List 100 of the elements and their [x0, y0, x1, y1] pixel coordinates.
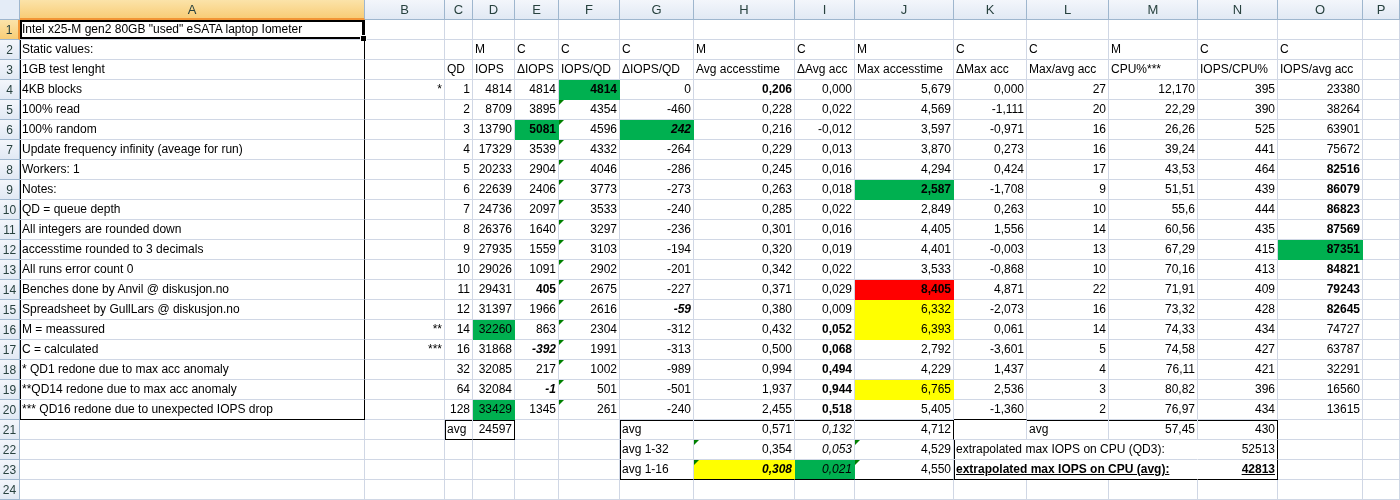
- fill-handle[interactable]: [360, 35, 367, 42]
- row-header[interactable]: 10: [0, 200, 20, 220]
- table-cell-text: 434: [1253, 400, 1276, 418]
- table-cell-text: 16: [1091, 140, 1107, 158]
- table-cell-text: 395: [1253, 80, 1276, 98]
- row-header[interactable]: 18: [0, 360, 20, 380]
- column-header[interactable]: M: [1109, 0, 1198, 20]
- column-header[interactable]: F: [559, 0, 620, 20]
- row-header[interactable]: 4: [0, 80, 20, 100]
- row-header[interactable]: 7: [0, 140, 20, 160]
- table-cell: 6,332: [855, 300, 954, 320]
- table-cell-text: ΔIOPS: [516, 60, 555, 78]
- table-cell: Spreadsheet by GullLars @ diskusjon.no: [20, 300, 365, 320]
- column-header[interactable]: I: [795, 0, 855, 20]
- table-cell-text: 22639: [477, 180, 513, 198]
- table-cell-text: 217: [534, 360, 557, 378]
- table-cell-text: 13790: [477, 120, 513, 138]
- row-header[interactable]: 24: [0, 480, 20, 500]
- table-cell-text: 2,536: [992, 380, 1025, 398]
- table-cell-text: -273: [665, 180, 692, 198]
- table-cell-text: M: [856, 40, 868, 58]
- row-header[interactable]: 20: [0, 400, 20, 420]
- table-cell-text: Max accesstime: [856, 60, 945, 78]
- table-cell-text: 2,849: [919, 200, 952, 218]
- row-header[interactable]: 12: [0, 240, 20, 260]
- table-cell-text: 27: [1091, 80, 1107, 98]
- table-cell-text: 10: [1091, 260, 1107, 278]
- row-header[interactable]: 19: [0, 380, 20, 400]
- row-header[interactable]: 22: [0, 440, 20, 460]
- table-cell-text: 0,944: [820, 380, 853, 398]
- table-cell-text: 444: [1253, 200, 1276, 218]
- row-header[interactable]: 1: [0, 20, 20, 40]
- row-header[interactable]: 2: [0, 40, 20, 60]
- table-cell-text: 0,301: [760, 220, 793, 238]
- table-cell: 4,712: [855, 420, 954, 440]
- table-cell: All runs error count 0: [20, 260, 365, 280]
- table-cell: M = meassured: [20, 320, 365, 340]
- table-cell-text: ΔAvg acc: [796, 60, 849, 78]
- table-cell-text: 3: [462, 120, 471, 138]
- table-cell: avg: [620, 420, 694, 440]
- column-header[interactable]: L: [1027, 0, 1109, 20]
- row-header[interactable]: 23: [0, 460, 20, 480]
- table-cell-text: 3,597: [919, 120, 952, 138]
- table-cell-text: 26376: [477, 220, 513, 238]
- row-header[interactable]: 14: [0, 280, 20, 300]
- table-cell-text: 14: [1091, 220, 1107, 238]
- table-cell-text: 24736: [477, 200, 513, 218]
- table-cell-text: C: [560, 40, 571, 58]
- table-cell-text: 464: [1253, 160, 1276, 178]
- table-cell-text: 4,569: [919, 100, 952, 118]
- table-cell-text: -1,708: [988, 180, 1025, 198]
- table-cell-text: 0,285: [760, 200, 793, 218]
- table-cell-text: -2,073: [988, 300, 1025, 318]
- table-cell-text: 4,871: [992, 280, 1025, 298]
- table-cell: * QD1 redone due to max acc anomaly: [20, 360, 365, 380]
- row-header[interactable]: 17: [0, 340, 20, 360]
- table-cell: 4KB blocks: [20, 80, 365, 100]
- table-cell-text: 14: [1091, 320, 1107, 338]
- table-cell-text: -0,868: [988, 260, 1025, 278]
- column-header[interactable]: A: [20, 0, 365, 20]
- table-cell-text: 32: [455, 360, 471, 378]
- table-cell: 2304: [559, 320, 620, 340]
- table-cell-text: 427: [1253, 340, 1276, 358]
- row-header[interactable]: 6: [0, 120, 20, 140]
- table-cell-text: 1559: [528, 240, 557, 258]
- row-header[interactable]: 3: [0, 60, 20, 80]
- table-cell-text: 63901: [1325, 120, 1361, 138]
- table-cell-text: 55,6: [1170, 200, 1196, 218]
- table-cell-text: 16: [455, 340, 471, 358]
- table-cell-text: 3539: [528, 140, 557, 158]
- row-header[interactable]: 15: [0, 300, 20, 320]
- column-header[interactable]: O: [1278, 0, 1363, 20]
- table-cell-text: QD: [446, 60, 466, 78]
- column-header[interactable]: K: [954, 0, 1027, 20]
- column-header[interactable]: E: [515, 0, 559, 20]
- row-header[interactable]: 21: [0, 420, 20, 440]
- column-header[interactable]: G: [620, 0, 694, 20]
- column-header[interactable]: J: [855, 0, 954, 20]
- row-header[interactable]: 11: [0, 220, 20, 240]
- row-header[interactable]: 5: [0, 100, 20, 120]
- column-header[interactable]: B: [365, 0, 445, 20]
- table-cell-text: 63787: [1325, 340, 1361, 358]
- table-cell-text: 0,022: [820, 260, 853, 278]
- column-header[interactable]: N: [1198, 0, 1278, 20]
- table-cell-text: Avg accesstime: [695, 60, 781, 78]
- row-header[interactable]: 9: [0, 180, 20, 200]
- table-cell: 8,405: [855, 280, 954, 300]
- column-header[interactable]: D: [473, 0, 515, 20]
- table-cell-text: ΔIOPS/QD: [621, 60, 682, 78]
- table-cell-text: 8: [462, 220, 471, 238]
- column-header[interactable]: P: [1363, 0, 1400, 20]
- row-header[interactable]: 8: [0, 160, 20, 180]
- table-cell-text: 863: [534, 320, 557, 338]
- column-header[interactable]: H: [694, 0, 795, 20]
- row-header[interactable]: 13: [0, 260, 20, 280]
- table-cell: 4596: [559, 120, 620, 140]
- table-cell-text: 86823: [1325, 200, 1361, 218]
- column-header[interactable]: C: [445, 0, 473, 20]
- table-cell: 4354: [559, 100, 620, 120]
- row-header[interactable]: 16: [0, 320, 20, 340]
